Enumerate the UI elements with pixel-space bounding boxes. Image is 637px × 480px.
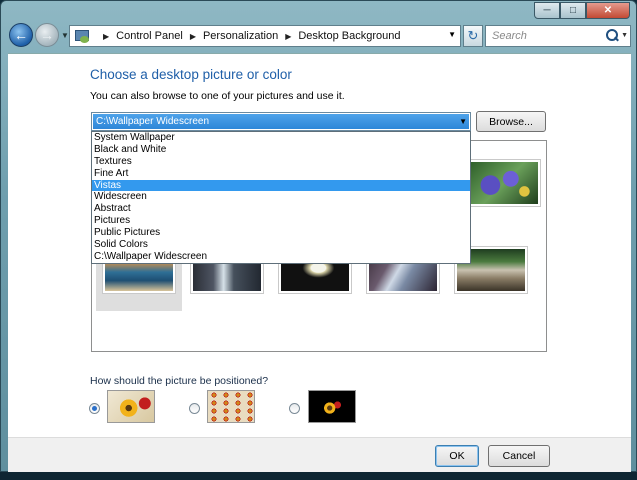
position-tile-radio[interactable] (189, 403, 200, 414)
position-question-label: How should the picture be positioned? (90, 375, 269, 387)
control-panel-icon (74, 28, 90, 44)
browse-button[interactable]: Browse... (476, 111, 546, 132)
dropdown-option-highlighted[interactable]: Vistas (92, 179, 470, 192)
search-input[interactable]: Search ▼ (485, 25, 631, 47)
picture-location-value: C:\Wallpaper Widescreen (93, 114, 469, 129)
search-options-dropdown-icon[interactable]: ▼ (621, 32, 628, 39)
chevron-down-icon[interactable]: ▼ (459, 117, 467, 126)
cancel-button[interactable]: Cancel (488, 445, 550, 467)
maximize-button[interactable]: □ (560, 2, 586, 19)
thumbnail-image (470, 162, 538, 204)
wallpaper-thumbnail[interactable] (467, 159, 541, 207)
dropdown-option[interactable]: Public Pictures (92, 227, 470, 239)
back-arrow-icon[interactable]: ← (9, 23, 33, 47)
search-icon[interactable] (606, 29, 618, 41)
navigation-bar: ← → ▼ ▶ Control Panel ▶ Personalization … (7, 23, 632, 49)
search-placeholder: Search (492, 30, 527, 42)
recent-pages-dropdown-icon[interactable]: ▼ (61, 31, 69, 40)
dropdown-option[interactable]: System Wallpaper (92, 132, 470, 144)
content-area: Choose a desktop picture or color You ca… (8, 53, 631, 437)
fit-to-screen-preview[interactable] (107, 390, 155, 423)
address-dropdown-icon[interactable]: ▼ (448, 30, 456, 39)
page-description: You can also browse to one of your pictu… (90, 90, 345, 102)
dialog-button-bar: OK Cancel (8, 437, 631, 473)
dropdown-option[interactable]: Abstract (92, 203, 470, 215)
refresh-icon[interactable]: ↻ (463, 25, 483, 47)
position-center-radio[interactable] (289, 403, 300, 414)
dropdown-option[interactable]: Pictures (92, 215, 470, 227)
caption-buttons: ─ □ ✕ (534, 2, 630, 19)
dropdown-option[interactable]: Fine Art (92, 168, 470, 180)
breadcrumb-control-panel[interactable]: Control Panel (116, 30, 183, 42)
breadcrumb-separator-icon[interactable]: ▶ (190, 32, 196, 41)
breadcrumb-desktop-background[interactable]: Desktop Background (298, 30, 400, 42)
window-frame: ─ □ ✕ ← → ▼ ▶ Control Panel ▶ Personaliz… (0, 0, 637, 473)
center-preview[interactable] (308, 390, 356, 423)
breadcrumb-personalization[interactable]: Personalization (203, 30, 278, 42)
tile-preview[interactable] (207, 390, 255, 423)
address-bar[interactable]: ▶ Control Panel ▶ Personalization ▶ Desk… (69, 25, 461, 47)
picture-location-dropdown-list[interactable]: System Wallpaper Black and White Texture… (91, 131, 471, 264)
page-title: Choose a desktop picture or color (90, 67, 292, 82)
picture-location-combobox[interactable]: C:\Wallpaper Widescreen ▼ (91, 112, 471, 131)
ok-button[interactable]: OK (435, 445, 479, 467)
dropdown-option[interactable]: Widescreen (92, 191, 470, 203)
dropdown-option[interactable]: Textures (92, 156, 470, 168)
desktop-background-strip (0, 472, 637, 480)
forward-arrow-icon[interactable]: → (35, 23, 59, 47)
close-button[interactable]: ✕ (586, 2, 630, 19)
minimize-button[interactable]: ─ (534, 2, 560, 19)
dropdown-option[interactable]: Black and White (92, 144, 470, 156)
breadcrumb-separator-icon[interactable]: ▶ (103, 32, 109, 41)
dropdown-option[interactable]: Solid Colors (92, 239, 470, 251)
breadcrumb-separator-icon[interactable]: ▶ (285, 32, 291, 41)
position-fit-radio[interactable] (89, 403, 100, 414)
dropdown-option[interactable]: C:\Wallpaper Widescreen (92, 251, 470, 263)
